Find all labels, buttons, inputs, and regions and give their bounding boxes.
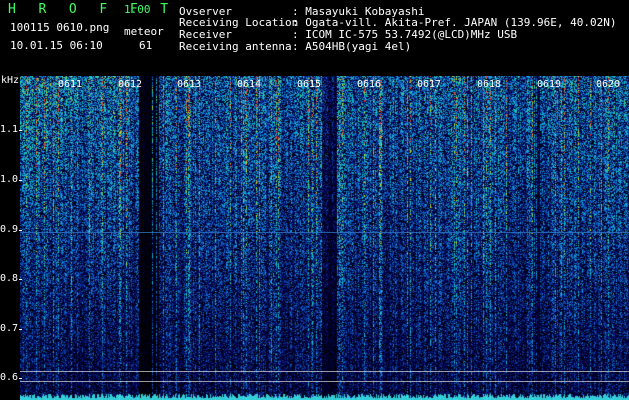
- meteor-label: meteor: [124, 25, 164, 38]
- receiver-label: Receiver: [179, 28, 232, 41]
- y-axis-unit: kHz: [1, 75, 20, 86]
- y-tick-label-1-0: 1.0: [0, 174, 19, 185]
- receiver-value: : ICOM IC-575 53.7492(@LCD)MHz USB: [292, 28, 518, 41]
- time-label-0614: 0614: [237, 79, 262, 90]
- location-value: : Ogata-vill. Akita-Pref. JAPAN (139.96E…: [292, 16, 617, 29]
- time-label-0617: 0617: [417, 79, 442, 90]
- reference-line: [20, 232, 629, 233]
- time-label-0619: 0619: [537, 79, 562, 90]
- reference-line: [20, 371, 629, 372]
- antenna-value: : A504HB(yagi 4el): [292, 40, 412, 53]
- y-tick-label-0-7: 0.7: [0, 323, 19, 334]
- location-label: Receiving Location: [179, 16, 299, 29]
- time-label-0613: 0613: [177, 79, 202, 90]
- time-label-0611: 0611: [58, 79, 83, 90]
- spectrogram-canvas: [20, 76, 629, 400]
- antenna-label: Receiving antenna: [179, 40, 292, 53]
- y-tick-mark: [19, 130, 22, 131]
- reference-line: [20, 381, 629, 382]
- time-label-0620: 0620: [596, 79, 621, 90]
- y-tick-label-0-9: 0.9: [0, 224, 19, 235]
- time-label-0616: 0616: [357, 79, 382, 90]
- y-tick-mark: [19, 329, 22, 330]
- date-time: 10.01.15 06:10: [10, 39, 103, 52]
- y-tick-label-0-8: 0.8: [0, 273, 19, 284]
- y-tick-mark: [19, 230, 22, 231]
- time-label-0618: 0618: [477, 79, 502, 90]
- y-tick-mark: [19, 180, 22, 181]
- time-label-0615: 0615: [297, 79, 322, 90]
- y-tick-label-0-6: 0.6: [0, 372, 19, 383]
- y-tick-mark: [19, 279, 22, 280]
- meteor-count: 61: [139, 39, 153, 52]
- file-name: 100115 0610.png: [10, 21, 110, 34]
- time-label-0612: 0612: [118, 79, 143, 90]
- spectrogram-panel: [0, 76, 629, 400]
- app-version: 1.00: [124, 3, 151, 16]
- y-tick-label-1-1: 1.1: [0, 124, 19, 135]
- y-tick-mark: [19, 378, 22, 379]
